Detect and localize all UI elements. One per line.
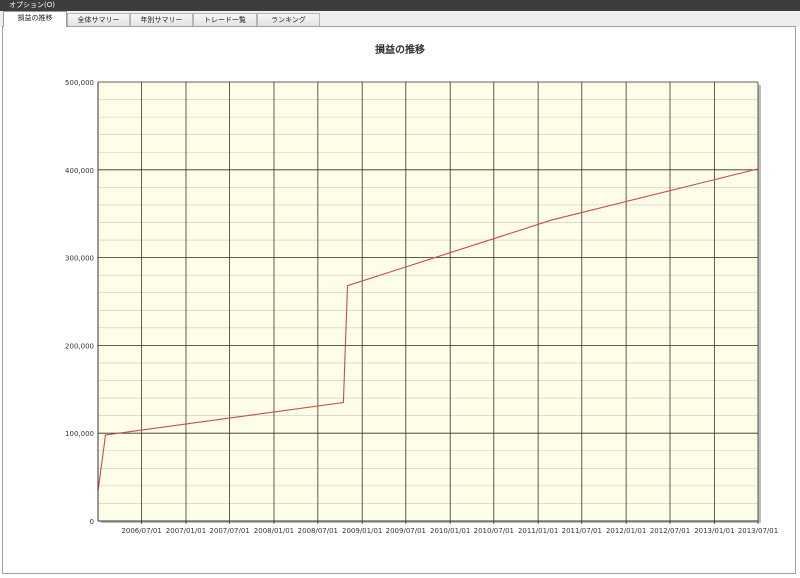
- tab-profit-transition[interactable]: 損益の推移: [3, 11, 67, 27]
- y-axis-ticks: 0 100,000 200,000 300,000 400,000 500,000: [65, 79, 94, 526]
- x-tick-label: 2008/01/01: [254, 527, 294, 535]
- x-tick-label: 2006/07/01: [121, 527, 161, 535]
- plot-area: [98, 82, 758, 521]
- x-tick-label: 2007/01/01: [166, 527, 206, 535]
- x-tick-label: 2011/07/01: [562, 527, 602, 535]
- y-tick-label: 300,000: [65, 255, 94, 263]
- x-tick-label: 2009/01/01: [342, 527, 382, 535]
- y-tick-label: 400,000: [65, 167, 94, 175]
- x-axis-ticks: 2006/07/01 2007/01/01 2007/07/01 2008/01/01…: [121, 521, 778, 535]
- x-tick-label: 2010/01/01: [430, 527, 470, 535]
- y-tick-label: 500,000: [65, 79, 94, 87]
- y-tick-label: 200,000: [65, 342, 94, 350]
- y-tick-label: 0: [90, 518, 94, 526]
- x-tick-label: 2013/07/01: [738, 527, 778, 535]
- x-tick-label: 2010/07/01: [474, 527, 514, 535]
- x-tick-label: 2008/07/01: [298, 527, 338, 535]
- x-tick-label: 2007/07/01: [209, 527, 249, 535]
- x-tick-label: 2013/01/01: [694, 527, 734, 535]
- y-tick-label: 100,000: [65, 430, 94, 438]
- chart-title: 損益の推移: [375, 43, 425, 56]
- x-tick-label: 2012/07/01: [650, 527, 690, 535]
- x-tick-label: 2012/01/01: [606, 527, 646, 535]
- x-tick-label: 2009/07/01: [386, 527, 426, 535]
- profit-chart: 損益の推移 0 100,000 200,000 300,000 400,000 500,0…: [65, 43, 778, 535]
- x-tick-label: 2011/01/01: [518, 527, 558, 535]
